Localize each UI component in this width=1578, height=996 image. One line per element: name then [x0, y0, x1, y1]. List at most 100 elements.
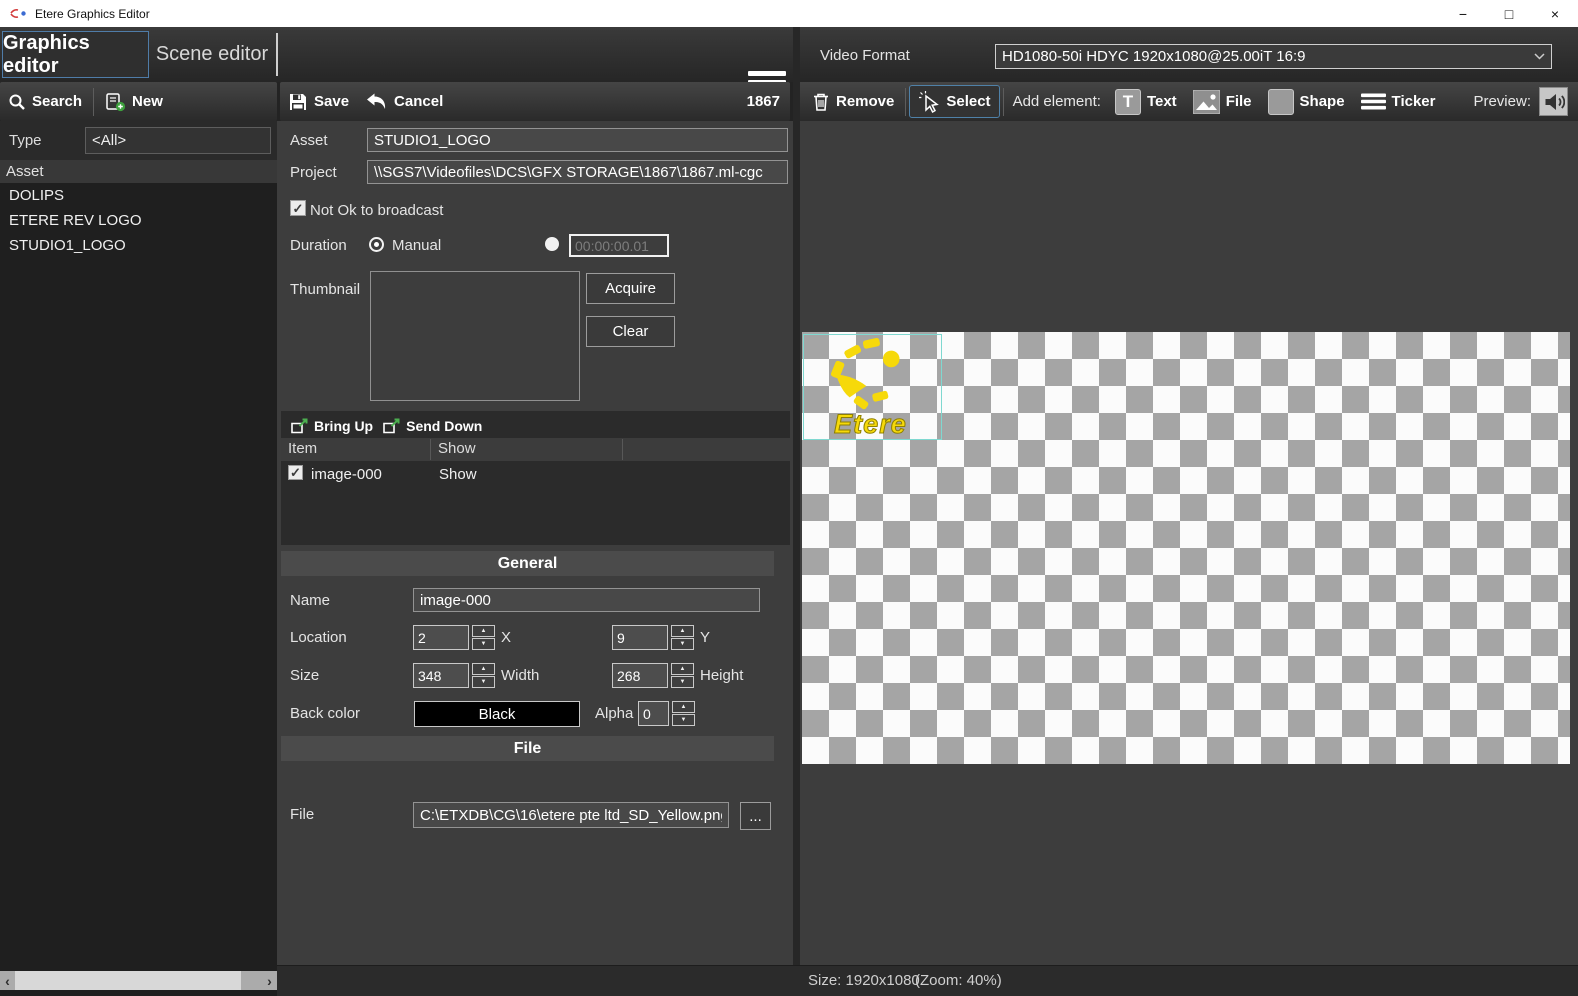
file-label: File	[290, 806, 314, 823]
close-button[interactable]: ×	[1532, 0, 1578, 27]
duration-timed-radio[interactable]	[545, 237, 559, 251]
video-format-bar: Video Format HD1080-50i HDYC 1920x1080@2…	[800, 27, 1578, 82]
new-button[interactable]: New	[97, 85, 171, 118]
bring-up-button[interactable]: Bring Up	[291, 418, 373, 434]
new-document-icon	[105, 92, 126, 112]
video-format-select[interactable]: HD1080-50i HDYC 1920x1080@25.00iT 16:9	[995, 44, 1552, 69]
select-button-label: Select	[946, 93, 990, 110]
asset-field-label: Asset	[290, 132, 328, 149]
height-input[interactable]	[612, 663, 668, 688]
name-input[interactable]	[413, 588, 760, 612]
search-button-label: Search	[32, 93, 82, 110]
list-item[interactable]: STUDIO1_LOGO	[0, 233, 277, 258]
minimize-button[interactable]: −	[1440, 0, 1486, 27]
back-color-button[interactable]: Black	[414, 701, 580, 727]
type-filter-row: Type <All>	[0, 121, 277, 160]
asset-input[interactable]	[367, 128, 788, 152]
width-input[interactable]	[413, 663, 469, 688]
location-label: Location	[290, 629, 347, 646]
clear-button[interactable]: Clear	[586, 316, 675, 347]
send-down-button[interactable]: Send Down	[383, 418, 482, 434]
scroll-left-icon[interactable]: ‹	[0, 971, 15, 990]
layer-show-value: Show	[439, 466, 477, 483]
browse-button[interactable]: ...	[740, 802, 771, 830]
asset-list-header: Asset	[0, 160, 277, 183]
toolbar-separator	[905, 88, 906, 116]
search-button[interactable]: Search	[0, 85, 90, 118]
toolbar-separator	[1003, 88, 1004, 116]
tab-graphics-editor-label: Graphics editor	[3, 32, 148, 78]
table-row[interactable]: ✓ image-000 Show	[281, 464, 790, 488]
remove-button[interactable]: Remove	[804, 85, 902, 118]
asset-item-label: DOLIPS	[9, 187, 64, 204]
asset-item-label: ETERE REV LOGO	[9, 212, 142, 229]
maximize-button[interactable]: □	[1486, 0, 1532, 27]
tab-bar: Graphics editor Scene editor	[0, 27, 793, 82]
acquire-button[interactable]: Acquire	[586, 273, 675, 304]
chevron-down-icon	[1534, 53, 1545, 60]
select-tool-button[interactable]: Select	[909, 85, 999, 118]
undo-arrow-icon	[365, 93, 388, 110]
general-section-header: General	[281, 551, 774, 576]
canvas-panel: Etere	[800, 121, 1578, 965]
scrollbar-thumb[interactable]	[15, 971, 241, 990]
tab-graphics-editor[interactable]: Graphics editor	[2, 31, 149, 78]
list-item[interactable]: ETERE REV LOGO	[0, 208, 277, 233]
alpha-label: Alpha	[595, 705, 633, 722]
file-section-header: File	[281, 736, 774, 761]
spin-up-icon[interactable]	[472, 625, 495, 637]
horizontal-scrollbar[interactable]: ‹ ›	[0, 971, 277, 990]
new-button-label: New	[132, 93, 163, 110]
not-ok-checkbox[interactable]: ✓	[290, 200, 306, 216]
add-shape-button[interactable]: Shape	[1260, 85, 1353, 118]
spin-down-icon[interactable]	[671, 638, 694, 650]
width-label: Width	[501, 667, 539, 684]
file-path-input[interactable]	[413, 802, 729, 828]
type-label: Type	[9, 132, 42, 149]
asset-list: DOLIPS ETERE REV LOGO STUDIO1_LOGO	[0, 183, 277, 258]
spin-up-icon[interactable]	[472, 663, 495, 675]
window-title: Etere Graphics Editor	[35, 7, 150, 21]
duration-input[interactable]	[569, 234, 669, 257]
width-spinner	[413, 663, 495, 688]
add-ticker-label: Ticker	[1392, 93, 1436, 110]
scrollbar-track[interactable]	[241, 971, 262, 990]
spin-up-icon[interactable]	[671, 663, 694, 675]
logo-text: Etere	[834, 409, 907, 439]
video-format-value: HD1080-50i HDYC 1920x1080@25.00iT 16:9	[1002, 48, 1305, 65]
scroll-right-icon[interactable]: ›	[262, 971, 277, 990]
send-down-label: Send Down	[406, 418, 482, 434]
spin-up-icon[interactable]	[671, 625, 694, 637]
spin-up-icon[interactable]	[672, 701, 695, 713]
alpha-input[interactable]	[638, 701, 669, 726]
x-spinner	[413, 625, 495, 650]
titlebar: Etere Graphics Editor − □ ×	[0, 0, 1578, 27]
not-ok-label: Not Ok to broadcast	[310, 202, 443, 219]
add-shape-label: Shape	[1300, 93, 1345, 110]
add-text-button[interactable]: T Text	[1107, 85, 1185, 118]
add-ticker-button[interactable]: Ticker	[1353, 85, 1444, 118]
spin-down-icon[interactable]	[671, 676, 694, 688]
cancel-button[interactable]: Cancel	[357, 85, 451, 118]
trash-icon	[812, 92, 830, 112]
send-down-icon	[383, 418, 401, 434]
spin-down-icon[interactable]	[472, 676, 495, 688]
panel-divider	[793, 27, 800, 996]
duration-manual-radio[interactable]	[369, 237, 384, 252]
y-input[interactable]	[612, 625, 668, 650]
add-file-button[interactable]: File	[1185, 85, 1260, 118]
project-input[interactable]	[367, 160, 788, 184]
tab-scene-editor[interactable]: Scene editor	[151, 31, 273, 78]
thumbnail-preview	[370, 271, 580, 401]
spin-down-icon[interactable]	[672, 714, 695, 726]
selected-element-outline[interactable]: Etere	[803, 334, 942, 440]
layer-visible-checkbox[interactable]: ✓	[288, 465, 303, 480]
canvas-checkerboard[interactable]: Etere	[802, 332, 1570, 764]
preview-speaker-button[interactable]	[1539, 87, 1568, 116]
save-button[interactable]: Save	[280, 85, 357, 118]
list-item[interactable]: DOLIPS	[0, 183, 277, 208]
spin-down-icon[interactable]	[472, 638, 495, 650]
remove-button-label: Remove	[836, 93, 894, 110]
x-input[interactable]	[413, 625, 469, 650]
type-select[interactable]: <All>	[85, 127, 271, 154]
